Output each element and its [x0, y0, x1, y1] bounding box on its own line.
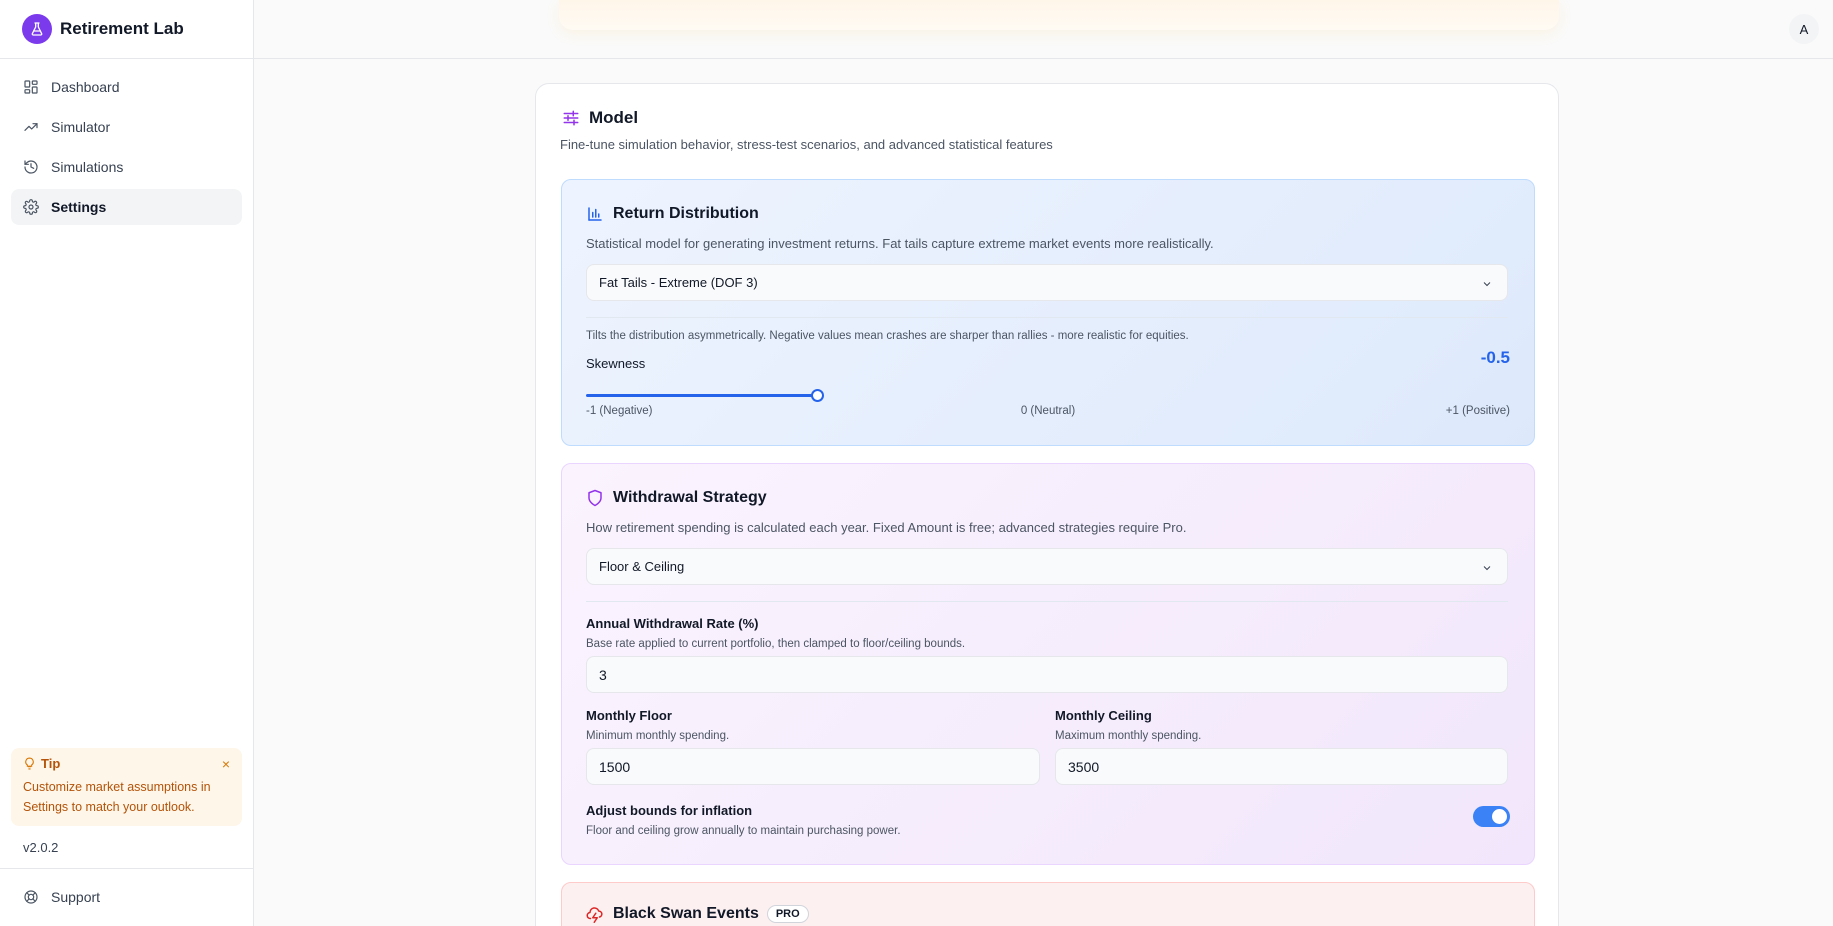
sidebar-item-simulator[interactable]: Simulator	[11, 109, 242, 145]
monthly-ceiling-help: Maximum monthly spending.	[1055, 730, 1202, 742]
monthly-floor-label: Monthly Floor	[586, 708, 672, 723]
lightbulb-icon	[25, 757, 34, 770]
toggle-knob	[1492, 809, 1507, 824]
monthly-ceiling-input[interactable]: 3500	[1055, 748, 1508, 785]
trend-up-icon	[24, 123, 38, 131]
sidebar-item-support[interactable]: Support	[11, 879, 243, 915]
model-header: Model	[562, 108, 638, 128]
cloud-lightning-icon	[586, 907, 603, 923]
inflation-label: Adjust bounds for inflation	[586, 803, 753, 818]
withdrawal-strategy-description: How retirement spending is calculated ea…	[586, 520, 1187, 535]
sidebar-item-label: Settings	[51, 199, 107, 215]
withdrawal-strategy-title: Withdrawal Strategy	[613, 489, 767, 506]
slider-thumb[interactable]	[811, 389, 824, 402]
app-version: v2.0.2	[23, 840, 59, 855]
model-title: Model	[589, 108, 639, 127]
divider	[586, 317, 1508, 318]
sliders-icon	[563, 110, 579, 126]
black-swan-title: Black Swan Events	[613, 905, 759, 922]
monthly-ceiling-label: Monthly Ceiling	[1055, 708, 1152, 723]
tip-card: Tip × Customize market assumptions in Se…	[11, 748, 242, 826]
monthly-floor-input[interactable]: 1500	[586, 748, 1040, 785]
sidebar-item-label: Dashboard	[51, 79, 120, 95]
shield-icon	[588, 489, 602, 507]
sidebar-nav: Dashboard Simulator Simulations Settings	[0, 59, 253, 239]
pro-badge: PRO	[766, 905, 809, 923]
inflation-help: Floor and ceiling grow annually to maint…	[586, 825, 901, 837]
divider	[586, 601, 1508, 602]
tip-header: Tip	[23, 756, 230, 771]
brand[interactable]: Retirement Lab	[0, 0, 253, 59]
withdrawal-strategy-section: Withdrawal Strategy How retirement spend…	[561, 463, 1535, 865]
tick-mid: 0 (Neutral)	[1020, 405, 1076, 417]
distribution-select-value: Fat Tails - Extreme (DOF 3)	[599, 275, 758, 290]
monthly-floor-help: Minimum monthly spending.	[586, 730, 730, 742]
slider-fill	[586, 394, 817, 397]
tick-min: -1 (Negative)	[586, 405, 653, 417]
chevron-down-icon	[1483, 566, 1491, 571]
sidebar-item-simulations[interactable]: Simulations	[11, 149, 242, 185]
black-swan-header: Black Swan Events PRO	[586, 905, 809, 923]
sidebar-item-dashboard[interactable]: Dashboard	[11, 69, 242, 105]
chevron-down-icon	[1483, 282, 1491, 287]
scrolled-card-edge	[559, 0, 1559, 30]
withdrawal-strategy-select-value: Floor & Ceiling	[599, 559, 685, 574]
sidebar-item-label: Simulator	[51, 119, 111, 135]
withdrawal-strategy-header: Withdrawal Strategy	[586, 489, 767, 507]
tip-title: Tip	[41, 756, 61, 771]
return-distribution-header: Return Distribution	[586, 205, 759, 223]
avatar[interactable]: A	[1789, 14, 1819, 44]
black-swan-section: Black Swan Events PRO	[561, 882, 1535, 926]
flask-icon	[22, 14, 52, 44]
sidebar-footer: Support	[0, 868, 254, 926]
distribution-select[interactable]: Fat Tails - Extreme (DOF 3)	[586, 264, 1508, 301]
model-settings-card: Model Fine-tune simulation behavior, str…	[535, 83, 1559, 926]
tip-text: Customize market assumptions in Settings…	[23, 780, 211, 814]
model-description: Fine-tune simulation behavior, stress-te…	[560, 137, 1053, 152]
return-distribution-section: Return Distribution Statistical model fo…	[561, 179, 1535, 446]
inflation-toggle[interactable]	[1473, 806, 1510, 827]
withdrawal-strategy-select[interactable]: Floor & Ceiling	[586, 548, 1508, 585]
skewness-help: Tilts the distribution asymmetrically. N…	[586, 330, 1189, 342]
top-bar: A	[254, 0, 1833, 59]
dashboard-icon	[24, 80, 38, 94]
withdrawal-rate-help: Base rate applied to current portfolio, …	[586, 638, 966, 650]
sidebar: Retirement Lab Dashboard Simulator Simul…	[0, 0, 254, 926]
gear-icon	[23, 199, 39, 215]
skewness-slider[interactable]	[586, 389, 1508, 402]
skewness-label: Skewness	[586, 356, 646, 371]
close-icon[interactable]: ×	[222, 756, 230, 772]
history-icon	[24, 160, 38, 174]
app-name: Retirement Lab	[60, 19, 184, 38]
tick-max: +1 (Positive)	[1445, 405, 1510, 417]
skewness-value: -0.5	[1480, 348, 1510, 367]
return-distribution-title: Return Distribution	[613, 205, 759, 222]
withdrawal-rate-label: Annual Withdrawal Rate (%)	[586, 616, 759, 631]
lifebuoy-icon	[24, 890, 38, 904]
withdrawal-rate-input[interactable]: 3	[586, 656, 1508, 693]
sidebar-item-label: Simulations	[51, 159, 124, 175]
sidebar-item-label: Support	[51, 889, 101, 905]
return-distribution-description: Statistical model for generating investm…	[586, 236, 1214, 251]
bar-chart-icon	[588, 207, 602, 221]
sidebar-item-settings[interactable]: Settings	[11, 189, 242, 225]
